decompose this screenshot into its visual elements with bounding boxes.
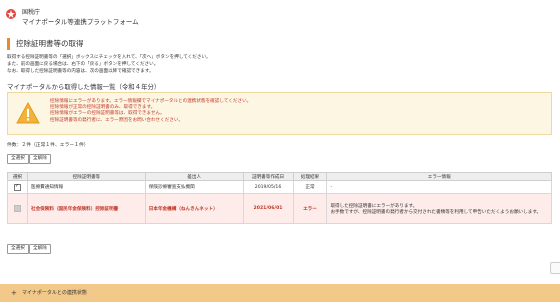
record-count: 件数：２件（正常１件、エラー１件） [7, 143, 89, 148]
list-title: マイナポータルから取得した情報一覧（令和４年分） [7, 83, 161, 91]
certificate-table: 選択 控除証明書等 差出人 証明書等作成日 処理結果 エラー情報 医療費通知情報… [7, 172, 552, 224]
status-value: 正常 [292, 180, 328, 194]
status-value: エラー [292, 193, 328, 224]
col-header-select: 選択 [7, 172, 28, 181]
error-line: お手数ですが、控除証明書の発行者から交付された書類等を利用して申告いただくようお… [330, 209, 542, 215]
warning-text: 控除情報にエラーがあります。エラー情報欄でマイナポータルとの連携状態を確認してく… [50, 99, 251, 124]
table-row: 医療費通知情報 保険診療審査支払機関 2019/05/16 正常 - [7, 180, 552, 194]
system-name: マイナポータル等連携プラットフォーム [22, 18, 139, 26]
select-cell [7, 180, 28, 194]
instruction-line: 取得する控除証明書等の「選択」ボックスにチェックを入れて、「次へ」ボタンを押して… [7, 55, 211, 60]
deselect-all-button-top[interactable]: 全解除 [29, 154, 51, 164]
instruction-line: また、前の画面に戻る場合は、右下の「戻る」ボタンを押してください。 [7, 61, 159, 67]
col-header-date: 証明書等作成日 [242, 172, 294, 181]
col-header-status: 処理結果 [292, 172, 328, 181]
error-info: 取得した控除証明書にエラーがあります。 お手数ですが、控除証明書の発行者から交付… [326, 193, 552, 224]
certificate-name: 社会保険料（国民年金保険料）控除証明書 [26, 193, 146, 224]
instruction-line: なお、取得した控除証明書等の内容は、次の画面以降で確認できます。 [7, 68, 154, 74]
cut-off-button[interactable] [550, 262, 560, 274]
select-checkbox-disabled [13, 205, 21, 212]
warning-line: 控除証明書等の発行者に、エラー原因をお問い合わせください。 [50, 117, 184, 123]
error-info: - [326, 180, 552, 194]
table-header-row: 選択 控除証明書等 差出人 証明書等作成日 処理結果 エラー情報 [7, 172, 552, 181]
certificate-name: 医療費通知情報 [26, 180, 146, 194]
warning-box: 控除情報にエラーがあります。エラー情報欄でマイナポータルとの連携状態を確認してく… [7, 92, 552, 135]
col-header-error: エラー情報 [326, 172, 552, 181]
table-row: 社会保険料（国民年金保険料）控除証明書 日本年金機構（ねんきんネット） 2021… [7, 193, 552, 224]
page-title: 控除証明書等の取得 [7, 38, 560, 50]
select-all-button-top[interactable]: 全選択 [7, 154, 29, 164]
deselect-all-button-bottom[interactable]: 全解除 [29, 244, 51, 254]
created-date: 2019/05/16 [242, 180, 294, 194]
issuer-name: 日本年金機構（ねんきんネット） [144, 193, 244, 224]
footer-accordion[interactable]: + マイナポータルとの連携状態 [0, 284, 560, 302]
warning-icon [16, 102, 40, 124]
select-checkbox[interactable] [13, 183, 21, 191]
footer-label[interactable]: マイナポータルとの連携状態 [22, 284, 87, 302]
instructions: 取得する控除証明書等の「選択」ボックスにチェックを入れて、「次へ」ボタンを押して… [7, 55, 211, 75]
agency-name: 国税庁 [22, 9, 41, 16]
app-header: 国税庁 マイナポータル等連携プラットフォーム [0, 0, 560, 32]
created-date: 2021/06/01 [242, 193, 294, 224]
expand-plus-icon[interactable]: + [11, 284, 17, 302]
select-all-button-bottom[interactable]: 全選択 [7, 244, 29, 254]
col-header-issuer: 差出人 [144, 172, 244, 181]
nta-logo-icon [6, 9, 16, 19]
issuer-name: 保険診療審査支払機関 [144, 180, 244, 194]
select-cell [7, 193, 28, 224]
col-header-certificate: 控除証明書等 [26, 172, 146, 181]
